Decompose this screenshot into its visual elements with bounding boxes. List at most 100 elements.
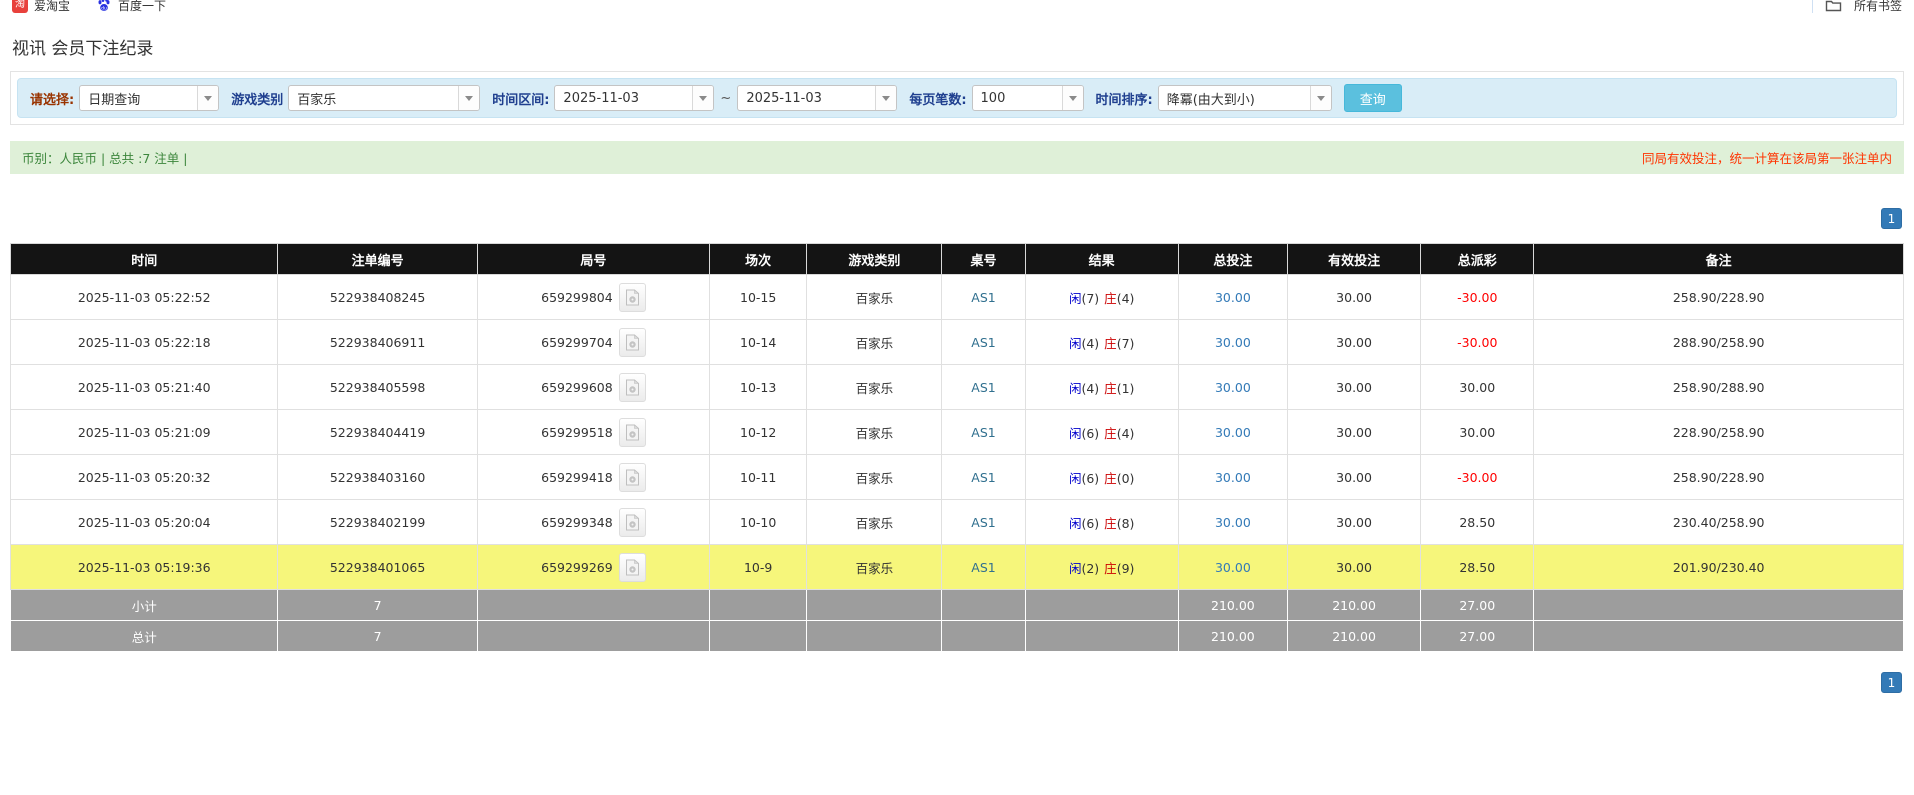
cell-bet-id: 522938408245 [277,274,478,320]
summary-total-bet: 210.00 [1177,620,1288,652]
total-bet-link[interactable]: 30.00 [1215,515,1251,530]
result-banker-score: (0) [1116,470,1135,486]
payout-value: 30.00 [1459,379,1496,395]
column-header: 注单编号 [277,243,478,275]
cell-valid-bet: 30.00 [1286,499,1422,545]
date-to-value[interactable] [738,86,876,110]
column-header: 游戏类别 [806,243,943,275]
cell-round-id: 659299348 [476,499,711,545]
date-to-picker[interactable] [737,85,898,111]
total-bet-link[interactable]: 30.00 [1215,290,1251,305]
cell-payout: -30.00 [1420,454,1535,500]
result-banker: 庄 [1104,515,1117,531]
cell-session: 10-9 [709,544,808,590]
cell-valid-bet: 30.00 [1286,544,1422,590]
cell-result: 闲(4) 庄(7) [1024,319,1179,365]
payout-value: -30.00 [1457,469,1498,485]
date-from-picker[interactable] [554,85,715,111]
video-replay-button[interactable] [618,507,646,537]
result-banker-score: (7) [1116,335,1135,351]
payout-value: 28.50 [1459,559,1496,575]
bookmark-baidu[interactable]: du 百度一下 [96,0,166,13]
cell-time: 2025-11-03 05:22:18 [9,319,279,365]
chevron-down-icon[interactable] [1061,86,1083,110]
cell-remark: 201.90/230.40 [1533,544,1904,590]
cell-table-no: AS1 [941,544,1026,590]
column-header: 局号 [476,243,711,275]
chevron-down-icon[interactable] [875,86,897,110]
result-banker: 庄 [1104,290,1117,306]
round-id-wrap: 659299348 [479,507,708,537]
chevron-down-icon[interactable] [197,86,219,110]
time-sort-value[interactable] [1158,86,1310,110]
result-player: 闲 [1068,380,1082,396]
pagination-page-1[interactable]: 1 [1881,208,1902,229]
video-file-icon [625,423,640,441]
chevron-down-icon[interactable] [1309,86,1331,110]
summary-payout: 27.00 [1420,620,1535,652]
video-replay-button[interactable] [618,462,646,492]
cell-remark: 230.40/258.90 [1533,499,1904,545]
total-bet-link[interactable]: 30.00 [1215,380,1251,395]
cell-round-id: 659299418 [476,454,711,500]
cell-game-type: 百家乐 [806,499,943,545]
video-replay-button[interactable] [618,282,646,312]
result-player-score: (4) [1081,380,1100,396]
game-type-select[interactable] [288,85,481,111]
cell-payout: 30.00 [1420,409,1535,455]
video-replay-button[interactable] [618,417,646,447]
summary-label: 总计 [9,620,279,652]
cell-round-id: 659299518 [476,409,711,455]
query-mode-value[interactable] [80,86,198,110]
result-player-score: (7) [1081,290,1100,306]
date-from-value[interactable] [555,86,693,110]
cell-bet-id: 522938405598 [277,364,478,410]
game-type-value[interactable] [289,86,459,110]
video-replay-button[interactable] [618,372,646,402]
result-banker: 庄 [1104,380,1117,396]
time-sort-select[interactable] [1157,85,1332,111]
table-row: 2025-11-03 05:20:04 522938402199 659299348… [9,499,1904,545]
video-replay-button[interactable] [618,552,646,582]
result-banker: 庄 [1104,560,1117,576]
cell-session: 10-11 [709,454,808,500]
cell-session: 10-15 [709,274,808,320]
total-bet-link[interactable]: 30.00 [1215,335,1251,350]
summary-empty [1024,620,1179,652]
pagination-page-1[interactable]: 1 [1881,672,1902,693]
page-size-value[interactable] [972,86,1062,110]
result-player: 闲 [1068,290,1082,306]
bet-records-table: 时间 注单编号 局号 场次 游戏类别 桌号 结果 总投注 有效投注 总派彩 备注 2025-11-0… [9,243,1904,652]
cell-result: 闲(6) 庄(0) [1024,454,1179,500]
cell-remark: 258.90/288.90 [1533,364,1904,410]
round-id-wrap: 659299704 [479,327,708,357]
result-player-score: (6) [1081,470,1100,486]
cell-session: 10-12 [709,409,808,455]
table-number: AS1 [971,334,996,350]
query-button[interactable]: 查询 [1343,84,1402,112]
cell-time: 2025-11-03 05:22:52 [9,274,279,320]
taobao-icon: 淘 [12,0,28,13]
summary-empty [1533,620,1904,652]
result-banker-score: (9) [1116,560,1135,576]
column-header: 结果 [1024,243,1179,275]
total-bet-link[interactable]: 30.00 [1215,470,1251,485]
cell-valid-bet: 30.00 [1286,409,1422,455]
chevron-down-icon[interactable] [692,86,714,110]
cell-total-bet: 30.00 [1177,499,1288,545]
cell-total-bet: 30.00 [1177,274,1288,320]
total-bet-link[interactable]: 30.00 [1215,425,1251,440]
total-bet-link[interactable]: 30.00 [1215,560,1251,575]
chevron-down-icon[interactable] [458,86,480,110]
cell-bet-id: 522938404419 [277,409,478,455]
summary-total-row: 总计 7 210.00 210.00 27.00 [9,620,1904,652]
bookmark-taobao[interactable]: 淘 爱淘宝 [12,0,70,13]
cell-time: 2025-11-03 05:19:36 [9,544,279,590]
round-id-wrap: 659299608 [479,372,708,402]
table-number: AS1 [971,379,996,395]
video-replay-button[interactable] [618,327,646,357]
query-mode-select[interactable] [79,85,220,111]
page-size-select[interactable] [971,85,1084,111]
video-file-icon [625,513,640,531]
all-bookmarks-button[interactable]: 所有书签 [1854,0,1902,13]
